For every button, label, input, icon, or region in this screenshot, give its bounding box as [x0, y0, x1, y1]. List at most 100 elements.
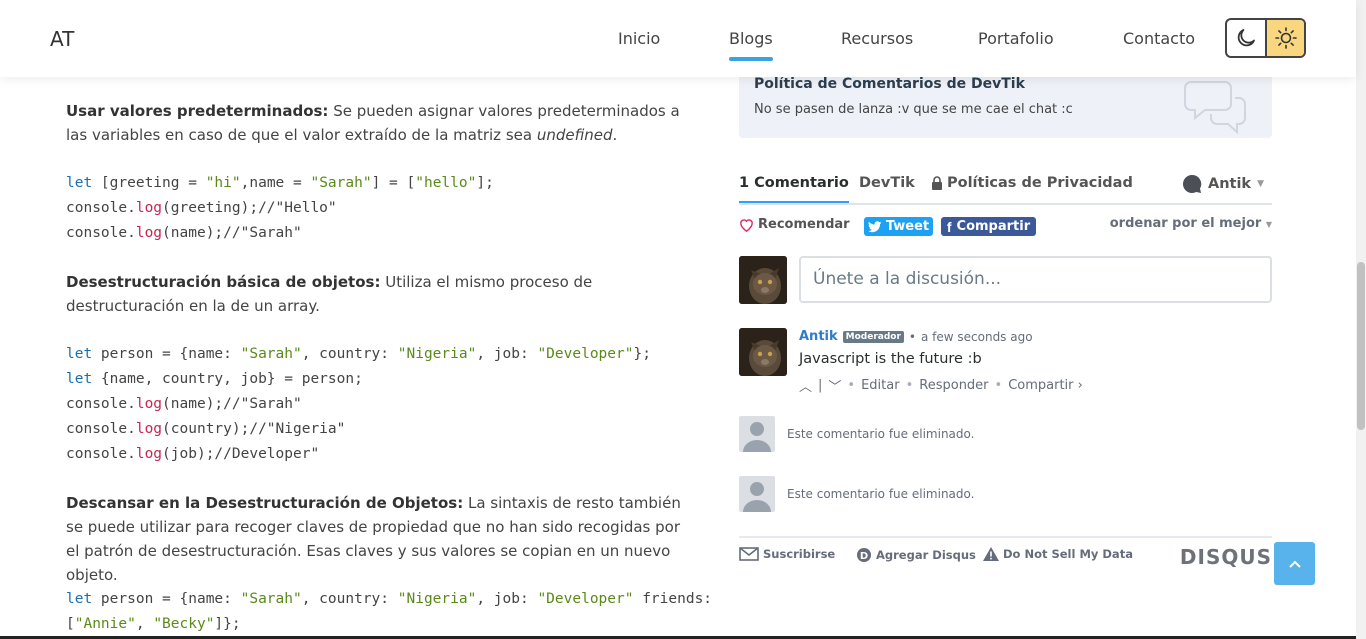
do-not-sell-label: Do Not Sell My Data	[1003, 547, 1133, 561]
code-text: ,	[135, 616, 154, 632]
nav-recursos[interactable]: Recursos	[841, 29, 913, 48]
code-function: log	[135, 200, 163, 216]
code-text: ,name =	[240, 175, 311, 191]
site-logo[interactable]: AT	[50, 27, 74, 51]
code-text: {name, country, job} = person;	[92, 371, 363, 387]
vote-divider: |	[818, 378, 823, 393]
svg-text:D: D	[860, 551, 868, 562]
subscribe-link[interactable]: Suscribirse	[739, 547, 835, 561]
dark-mode-button[interactable]	[1227, 20, 1265, 56]
upvote-icon[interactable]: ︿	[799, 376, 812, 395]
comment-actions: ︿ | ﹀ • Editar • Responder • Compartir ›	[799, 376, 1083, 395]
paragraph-object-destructuring: Desestructuración básica de objetos: Uti…	[66, 270, 686, 318]
nav-blogs[interactable]: Blogs	[729, 29, 773, 61]
chevron-down-icon: ▼	[1265, 220, 1272, 229]
paragraph-heading: Descansar en la Desestructuración de Obj…	[66, 494, 464, 512]
action-separator: •	[905, 378, 914, 393]
emphasis-text: undefined	[536, 126, 613, 144]
tweet-label: Tweet	[885, 219, 930, 234]
paragraph-heading: Desestructuración básica de objetos:	[66, 273, 381, 291]
thread-actions: Recomendar Tweet f Compartir ordenar por…	[739, 215, 1272, 237]
code-text: person = {name:	[92, 346, 241, 362]
code-text: , country:	[301, 591, 398, 607]
code-function: log	[135, 396, 163, 412]
comment-author[interactable]: Antik	[799, 329, 838, 344]
sun-icon	[1274, 27, 1297, 49]
code-text: ];	[476, 175, 494, 191]
code-text: (name);//"Sarah"	[162, 396, 302, 412]
code-function: log	[135, 446, 163, 462]
facebook-share-button[interactable]: f Compartir	[941, 217, 1036, 236]
code-text: [	[66, 616, 75, 632]
share-link[interactable]: Compartir ›	[1008, 378, 1083, 393]
code-keyword: let	[66, 346, 93, 362]
deleted-comment: Este comentario fue eliminado.	[787, 487, 975, 501]
code-block-1: let [greeting = "hi",name = "Sarah"] = […	[66, 171, 494, 246]
code-string: "Developer"	[537, 591, 634, 607]
user-name: Antik	[1207, 176, 1252, 192]
cat-avatar-icon	[739, 256, 787, 304]
policy-text: No se pasen de lanza :v que se me cae el…	[754, 102, 1073, 117]
code-text: friends:	[633, 591, 713, 607]
user-menu[interactable]: Antik ▼	[1182, 174, 1264, 194]
disqus-d-icon: D	[857, 548, 871, 562]
add-disqus-link[interactable]: D Agregar Disqus	[856, 547, 976, 563]
back-to-top-button[interactable]	[1274, 542, 1315, 585]
heart-icon	[740, 218, 753, 232]
do-not-sell-link[interactable]: Do Not Sell My Data	[983, 547, 1133, 561]
tab-privacy[interactable]: Políticas de Privacidad	[931, 175, 1133, 191]
code-text: (country);//"Nigeria"	[162, 421, 346, 437]
chat-bubble-icon	[1182, 174, 1202, 193]
nav-inicio[interactable]: Inicio	[618, 29, 660, 48]
disqus-logo[interactable]: DISQUS	[1180, 545, 1272, 569]
code-text: (greeting);//"Hello"	[162, 200, 337, 216]
edit-link[interactable]: Editar	[861, 378, 900, 393]
code-string: "hello"	[415, 175, 477, 191]
code-text: console.	[66, 225, 136, 241]
anonymous-avatar-icon	[739, 416, 775, 452]
chat-bubbles-icon	[1184, 81, 1246, 135]
code-text: console.	[66, 200, 136, 216]
nav-portafolio[interactable]: Portafolio	[978, 29, 1054, 48]
disqus-tabs: 1 Comentario DevTik Políticas de Privaci…	[739, 170, 1272, 205]
cat-avatar-icon	[739, 328, 787, 376]
disqus-footer: Suscribirse D Agregar Disqus Do Not Sell…	[739, 536, 1272, 576]
moon-icon	[1237, 29, 1256, 47]
code-keyword: let	[66, 175, 93, 191]
code-block-2: let person = {name: "Sarah", country: "N…	[66, 342, 651, 467]
meta-separator: •	[908, 329, 916, 344]
subscribe-label: Suscribirse	[763, 547, 836, 561]
code-text: ] = [	[371, 175, 416, 191]
paragraph-rest-destructuring: Descansar en la Desestructuración de Obj…	[66, 491, 686, 587]
code-string: "Developer"	[537, 346, 634, 362]
code-function: log	[135, 421, 163, 437]
commenter-avatar[interactable]	[739, 328, 787, 376]
recommend-label: Recomendar	[758, 217, 850, 232]
sort-label: ordenar por el mejor	[1109, 216, 1262, 231]
code-text: , job:	[476, 591, 538, 607]
code-string: "Nigeria"	[397, 591, 477, 607]
code-keyword: let	[66, 371, 93, 387]
code-text: console.	[66, 396, 136, 412]
comment-body: Javascript is the future :b	[799, 351, 982, 367]
sort-dropdown[interactable]: ordenar por el mejor ▼	[1110, 216, 1272, 231]
tweet-button[interactable]: Tweet	[864, 217, 933, 236]
code-text: , country:	[301, 346, 398, 362]
tab-comments[interactable]: 1 Comentario	[739, 175, 849, 203]
theme-toggle[interactable]	[1225, 18, 1306, 58]
chevron-down-icon: ▼	[1257, 179, 1264, 189]
reply-link[interactable]: Responder	[919, 378, 988, 393]
light-mode-button[interactable]	[1265, 20, 1304, 56]
comment-input[interactable]: Únete a la discusión...	[799, 256, 1272, 303]
code-text: };	[633, 346, 651, 362]
policy-title: Política de Comentarios de DevTik	[754, 76, 1025, 92]
tab-devtik[interactable]: DevTik	[859, 175, 915, 191]
comment-time[interactable]: a few seconds ago	[921, 330, 1033, 344]
lock-icon	[932, 176, 942, 190]
recommend-button[interactable]: Recomendar	[739, 217, 850, 232]
tab-privacy-label: Políticas de Privacidad	[947, 175, 1133, 191]
nav-contacto[interactable]: Contacto	[1123, 29, 1195, 48]
comment-meta: Antik Moderador • a few seconds ago	[799, 329, 1033, 344]
downvote-icon[interactable]: ﹀	[828, 376, 841, 395]
scrollbar-thumb[interactable]	[1357, 262, 1365, 430]
